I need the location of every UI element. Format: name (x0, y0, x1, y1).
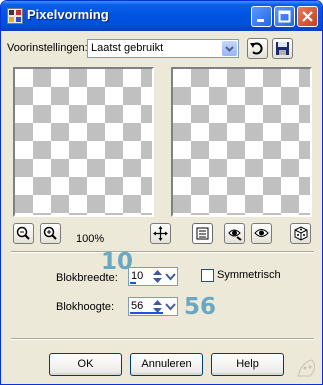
dialog-window: Pixelvorming Voorinstellingen: Laatst ge… (0, 0, 323, 385)
presets-dropdown[interactable]: Laatst gebruikt (87, 39, 239, 58)
symmetric-label[interactable]: Symmetrisch (217, 269, 281, 281)
block-width-label: Blokbreedte: (56, 272, 118, 284)
reset-arrow-icon (250, 42, 263, 55)
block-height-level-bar (130, 312, 163, 314)
result-preview[interactable] (171, 67, 312, 217)
block-height-large-value: 56 (184, 294, 217, 320)
dice-icon (294, 226, 308, 241)
close-icon (302, 11, 313, 22)
zoom-in-button[interactable] (40, 223, 61, 244)
zoom-level: 100% (76, 233, 105, 245)
original-preview[interactable] (13, 67, 154, 217)
pan-button[interactable] (150, 223, 171, 244)
symmetric-checkbox[interactable] (201, 269, 214, 282)
block-width-value: 10 (131, 270, 144, 282)
app-icon (7, 8, 23, 24)
title-bar[interactable]: Pixelvorming (1, 1, 322, 31)
window-title: Pixelvorming (27, 7, 109, 22)
minimize-icon (257, 19, 264, 22)
cancel-button[interactable]: Annuleren (130, 353, 203, 376)
block-height-value: 56 (131, 300, 144, 312)
auto-proof-button[interactable] (224, 223, 245, 244)
block-width-field[interactable]: 10 (128, 267, 178, 286)
zoom-out-button[interactable] (13, 223, 34, 244)
spin-arrows-icon[interactable] (151, 268, 164, 285)
preset-reset-button[interactable] (247, 38, 268, 59)
maximize-icon (278, 10, 291, 23)
chevron-down-icon[interactable] (164, 298, 177, 315)
auto-proof-icon (228, 229, 242, 241)
presets-label: Voorinstellingen: (7, 42, 88, 54)
block-height-label: Blokhoogte: (56, 301, 115, 313)
ok-button[interactable]: OK (49, 353, 122, 376)
preview-toggle-icon (196, 227, 209, 240)
zoom-in-icon (43, 226, 57, 240)
help-button[interactable]: Help (211, 353, 284, 376)
randomize-button[interactable] (290, 223, 311, 244)
divider (11, 251, 314, 253)
move-icon (153, 226, 168, 241)
floppy-save-icon (276, 42, 289, 55)
resize-grip-icon[interactable] (292, 354, 320, 382)
block-height-field[interactable]: 56 (128, 297, 178, 316)
chevron-down-icon[interactable] (164, 268, 177, 285)
close-button[interactable] (297, 6, 318, 27)
preset-save-button[interactable] (272, 38, 293, 59)
proof-eye-icon (254, 229, 269, 237)
minimize-button[interactable] (251, 6, 272, 27)
maximize-button[interactable] (274, 6, 295, 27)
divider (11, 338, 314, 340)
chevron-down-icon[interactable] (222, 41, 237, 56)
proof-button[interactable] (251, 223, 272, 244)
preview-toggle-button[interactable] (192, 223, 213, 244)
zoom-out-icon (16, 226, 30, 240)
presets-value: Laatst gebruikt (91, 42, 164, 54)
block-width-level-bar (130, 282, 136, 284)
